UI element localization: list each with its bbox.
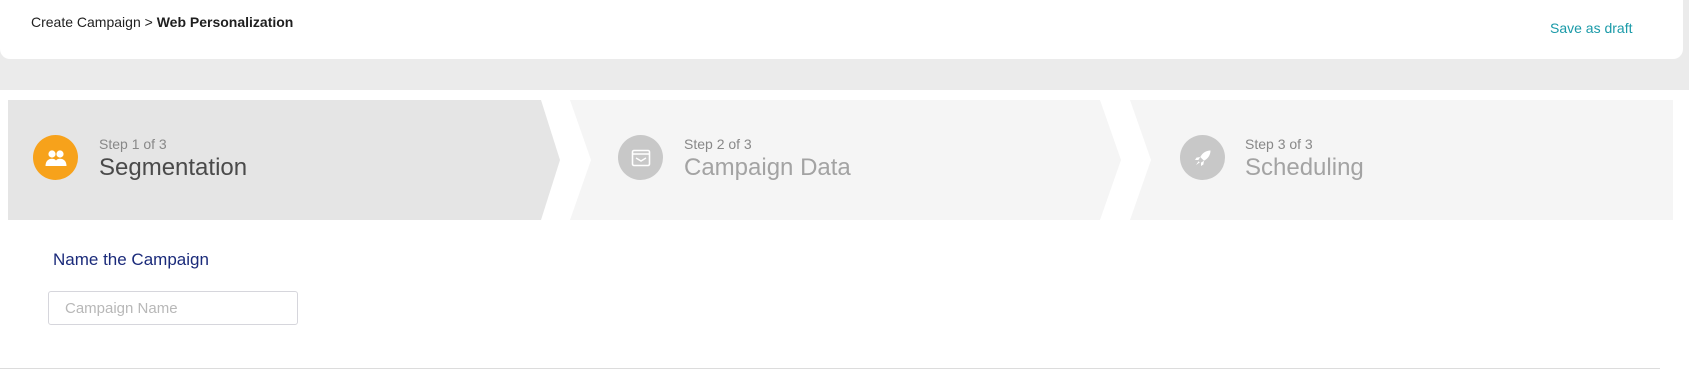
step-segmentation[interactable]: Step 1 of 3 Segmentation (8, 100, 558, 220)
inbox-icon (631, 149, 650, 166)
step-scheduling[interactable]: Step 3 of 3 Scheduling (1130, 100, 1673, 220)
breadcrumb: Create Campaign > Web Personalization (31, 13, 293, 31)
section-divider (0, 368, 1660, 369)
top-header: Create Campaign > Web Personalization Sa… (0, 0, 1683, 59)
step-2-icon-circle (618, 135, 663, 180)
step-2-title: Campaign Data (684, 154, 851, 181)
campaign-name-input[interactable] (48, 291, 298, 325)
breadcrumb-separator: > (144, 14, 153, 30)
step-campaign-data[interactable]: Step 2 of 3 Campaign Data (570, 100, 1120, 220)
users-icon (45, 149, 66, 166)
campaign-panel: Step 1 of 3 Segmentation Step 2 of 3 Cam… (0, 90, 1689, 377)
step-1-number: Step 1 of 3 (99, 136, 167, 152)
step-progress-bar: Step 1 of 3 Segmentation Step 2 of 3 Cam… (8, 100, 1673, 220)
breadcrumb-parent[interactable]: Create Campaign (31, 14, 141, 30)
step-3-title: Scheduling (1245, 154, 1364, 181)
campaign-name-label: Name the Campaign (53, 250, 209, 269)
rocket-icon (1194, 150, 1210, 166)
step-3-number: Step 3 of 3 (1245, 136, 1313, 152)
step-1-title: Segmentation (99, 154, 248, 181)
save-as-draft-link[interactable]: Save as draft (1550, 19, 1633, 37)
step-2-number: Step 2 of 3 (684, 136, 752, 152)
breadcrumb-current: Web Personalization (156, 14, 294, 30)
step-3-icon-circle (1180, 135, 1225, 180)
step-1-icon-circle (33, 135, 78, 180)
